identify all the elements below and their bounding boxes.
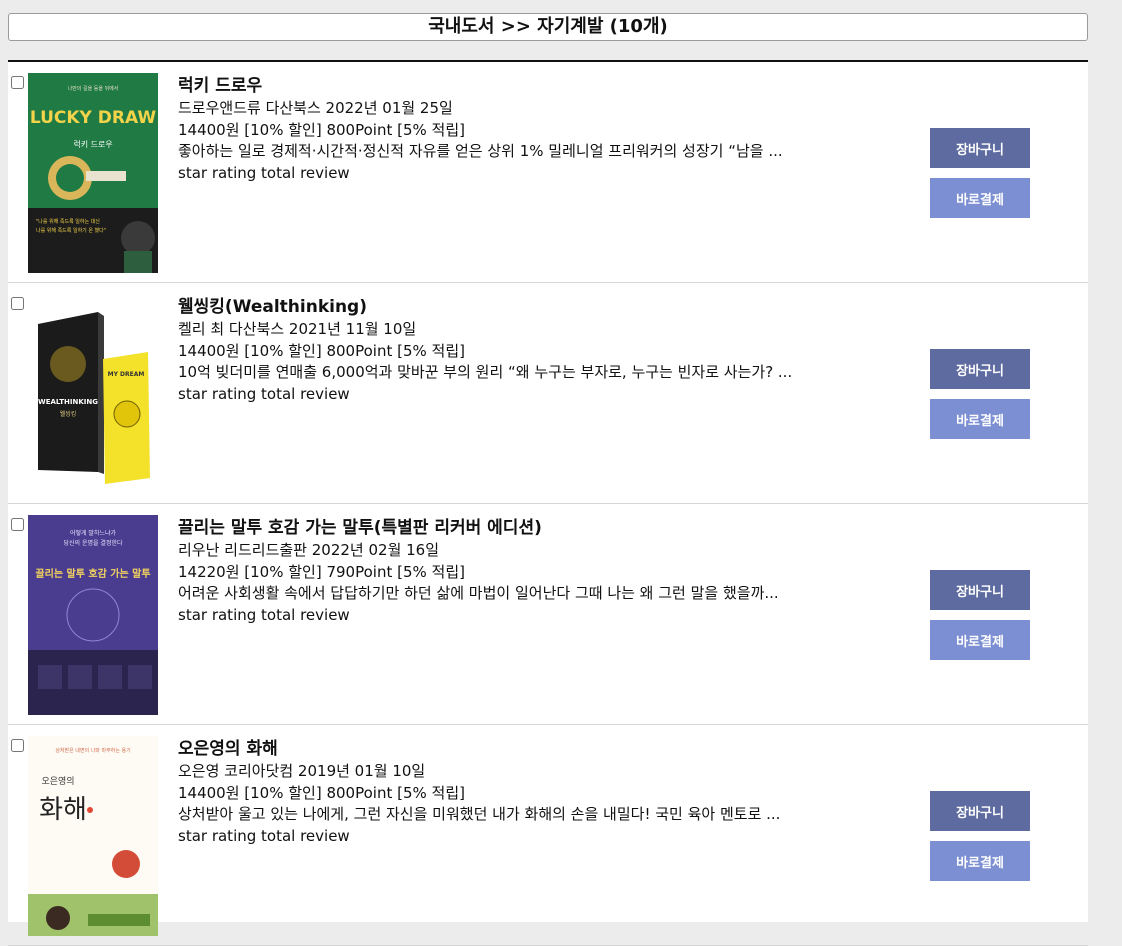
book-item: 나만의 길을 등을 뒤에서 LUCKY DRAW 럭키 드로우 "나를 위해 족… [8, 62, 1088, 283]
book-cover[interactable]: 상처받은 내면의 나와 마주하는 용기 오은영의 화해 [28, 736, 158, 936]
svg-text:"나를 위해 족드록 일하는 대신: "나를 위해 족드록 일하는 대신 [36, 218, 100, 225]
book-item: 어떻게 말하느냐가 당신의 운명을 결정한다 끌리는 말투 호감 가는 말투 끌… [8, 504, 1088, 725]
book-cover[interactable]: WEALTHINKING 웰씽킹 MY DREAM [28, 294, 158, 494]
book-description: 좋아하는 일로 경제적·시간적·정신적 자유를 얻은 상위 1% 밀레니얼 프리… [178, 142, 783, 160]
book-info: 오은영의 화해 오은영 코리아닷컴 2019년 01월 10일 14400원 [… [178, 737, 898, 847]
book-meta: 드로우앤드류 다산북스 2022년 01월 25일 [178, 99, 453, 117]
book-rating: star rating total review [178, 163, 350, 182]
book-price: 14220원 [10% 할인] 790Point [5% 적립] [178, 562, 465, 581]
cover-title: 끌리는 말투 호감 가는 말투 [35, 567, 150, 580]
book-meta: 오은영 코리아닷컴 2019년 01월 10일 [178, 762, 426, 780]
book-list: 나만의 길을 등을 뒤에서 LUCKY DRAW 럭키 드로우 "나를 위해 족… [8, 60, 1088, 946]
book-item: WEALTHINKING 웰씽킹 MY DREAM 웰씽킹(Wealthinki… [8, 283, 1088, 504]
book-info: 웰씽킹(Wealthinking) 켈리 최 다산북스 2021년 11월 10… [178, 295, 898, 405]
svg-text:웰씽킹: 웰씽킹 [60, 410, 77, 418]
book-meta: 켈리 최 다산북스 2021년 11월 10일 [178, 320, 417, 338]
book-description: 10억 빚더미를 연매출 6,000억과 맞바꾼 부의 원리 “왜 누구는 부자… [178, 363, 793, 381]
buy-now-button[interactable]: 바로결제 [930, 620, 1030, 660]
buy-now-button[interactable]: 바로결제 [930, 178, 1030, 218]
add-to-cart-button[interactable]: 장바구니 [930, 128, 1030, 168]
book-title[interactable]: 오은영의 화해 [178, 737, 898, 761]
book-price: 14400원 [10% 할인] 800Point [5% 적립] [178, 120, 465, 139]
book-info: 끌리는 말투 호감 가는 말투(특별판 리커버 에디션) 리우난 리드리드출판 … [178, 516, 898, 626]
add-to-cart-button[interactable]: 장바구니 [930, 570, 1030, 610]
book-cover[interactable]: 어떻게 말하느냐가 당신의 운명을 결정한다 끌리는 말투 호감 가는 말투 [28, 515, 158, 715]
category-header: 국내도서 >> 자기계발 (10개) [8, 13, 1088, 41]
book-select-checkbox[interactable] [11, 76, 24, 89]
book-select-checkbox[interactable] [11, 297, 24, 310]
book-rating: star rating total review [178, 384, 350, 403]
book-select-checkbox[interactable] [11, 739, 24, 752]
svg-text:오은영의: 오은영의 [41, 776, 74, 787]
book-price: 14400원 [10% 할인] 800Point [5% 적립] [178, 341, 465, 360]
svg-text:나만의 길을 등을 뒤에서: 나만의 길을 등을 뒤에서 [68, 85, 119, 92]
svg-text:당신의 운명을 결정한다: 당신의 운명을 결정한다 [63, 539, 122, 547]
cover-title: LUCKY DRAW [30, 108, 157, 128]
svg-text:럭키 드로우: 럭키 드로우 [73, 139, 112, 149]
svg-text:MY DREAM: MY DREAM [108, 371, 145, 378]
buy-now-button[interactable]: 바로결제 [930, 841, 1030, 881]
book-description: 어려운 사회생활 속에서 답답하기만 하던 삶에 마법이 일어난다 그때 나는 … [178, 584, 779, 602]
svg-text:나를 위해 족드록 일하기 온 했다": 나를 위해 족드록 일하기 온 했다" [36, 227, 106, 234]
book-cover[interactable]: 나만의 길을 등을 뒤에서 LUCKY DRAW 럭키 드로우 "나를 위해 족… [28, 73, 158, 273]
book-title[interactable]: 끌리는 말투 호감 가는 말투(특별판 리커버 에디션) [178, 516, 898, 540]
book-description: 상처받아 울고 있는 나에게, 그런 자신을 미워했던 내가 화해의 손을 내밀… [178, 805, 781, 823]
book-rating: star rating total review [178, 826, 350, 845]
book-title[interactable]: 웰씽킹(Wealthinking) [178, 295, 898, 319]
book-info: 럭키 드로우 드로우앤드류 다산북스 2022년 01월 25일 14400원 … [178, 74, 898, 184]
cover-title: WEALTHINKING [38, 398, 98, 406]
add-to-cart-button[interactable]: 장바구니 [930, 791, 1030, 831]
buy-now-button[interactable]: 바로결제 [930, 399, 1030, 439]
book-select-checkbox[interactable] [11, 518, 24, 531]
svg-text:어떻게 말하느냐가: 어떻게 말하느냐가 [70, 529, 117, 537]
book-rating: star rating total review [178, 605, 350, 624]
svg-text:상처받은 내면의 나와 마주하는 용기: 상처받은 내면의 나와 마주하는 용기 [55, 747, 130, 754]
cover-title: 화해 [39, 795, 87, 825]
book-price: 14400원 [10% 할인] 800Point [5% 적립] [178, 783, 465, 802]
book-title[interactable]: 럭키 드로우 [178, 74, 898, 98]
book-item: 상처받은 내면의 나와 마주하는 용기 오은영의 화해 오은영의 화해 오은영 … [8, 725, 1088, 946]
add-to-cart-button[interactable]: 장바구니 [930, 349, 1030, 389]
book-meta: 리우난 리드리드출판 2022년 02월 16일 [178, 541, 440, 559]
